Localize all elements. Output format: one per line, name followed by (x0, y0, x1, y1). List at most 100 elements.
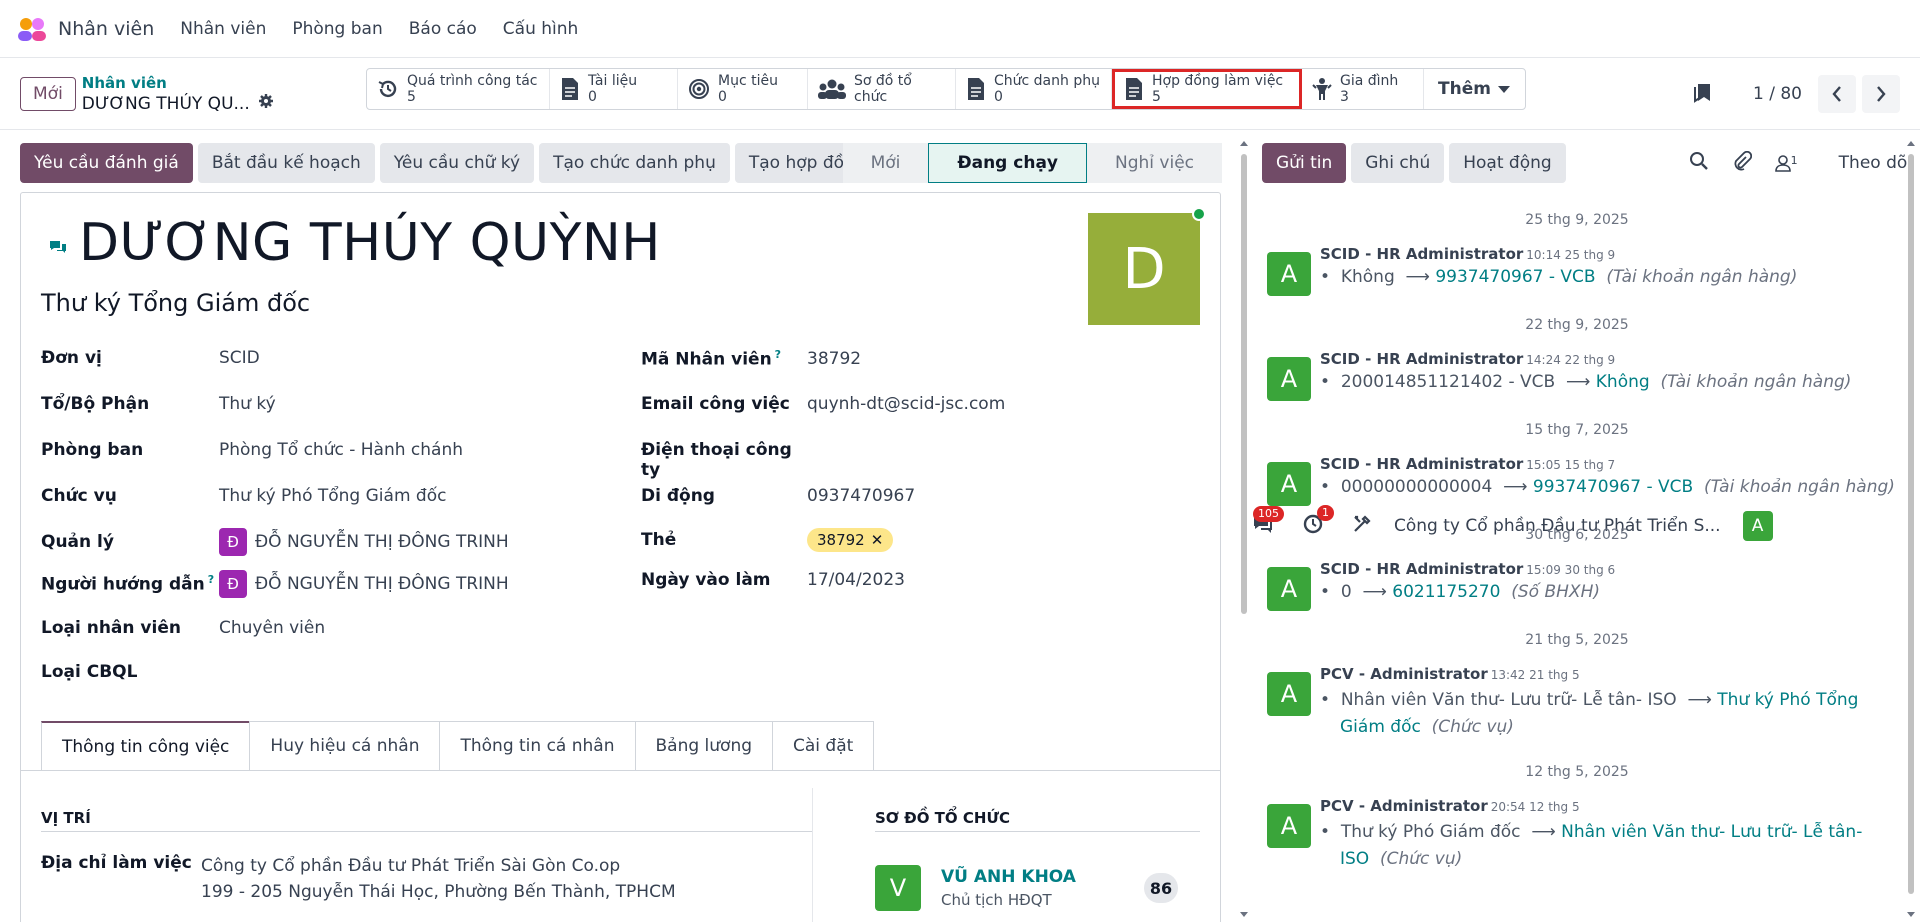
tag-remove-icon[interactable]: ✕ (871, 531, 884, 549)
field-value[interactable]: 38792 (807, 349, 861, 369)
log-note-button[interactable]: Ghi chú (1351, 143, 1445, 183)
org-chart-person[interactable]: V VŨ ANH KHOA Chủ tịch HĐQT 86 (875, 865, 1178, 911)
smart-button-label: Chức danh phụ (994, 73, 1100, 89)
menu-departments[interactable]: Phòng ban (292, 19, 382, 39)
arrow-right-icon: ⟶ (1362, 582, 1387, 602)
target-icon (689, 79, 709, 99)
smart-button-documents[interactable]: Tài liệu 0 (550, 69, 678, 109)
message-time: 15:09 30 thg 6 (1526, 563, 1616, 577)
app-logo-icon[interactable] (16, 16, 48, 42)
request-signature-button[interactable]: Yêu cầu chữ ký (379, 143, 535, 183)
tab-divider (21, 770, 1220, 771)
field-label: Loại nhân viên (41, 618, 181, 638)
field-value[interactable]: 0937470967 (807, 486, 915, 506)
pager-previous-button[interactable] (1818, 75, 1856, 113)
tag-badge[interactable]: 38792 ✕ (807, 528, 894, 552)
tracking-change: • 0 ⟶ 6021175270 (Số BHXH) (1320, 582, 1600, 602)
form-scrollbar[interactable] (1239, 140, 1249, 920)
section-title-org-chart: SƠ ĐỒ TỔ CHỨC (875, 809, 1010, 827)
chatter-topbar: Gửi tin Ghi chú Hoạt động 1 Theo dõi (1262, 143, 1912, 183)
send-message-button[interactable]: Gửi tin (1262, 143, 1347, 183)
date-separator: 21 thg 5, 2025 (1272, 632, 1882, 652)
author-avatar[interactable]: A (1267, 567, 1311, 611)
author-avatar[interactable]: A (1267, 804, 1311, 848)
employee-name[interactable]: DƯƠNG THÚY QUỲNH (79, 213, 661, 273)
bookmark-icon[interactable] (1693, 81, 1713, 108)
tab-settings[interactable]: Cài đặt (772, 721, 875, 771)
tab-private-info[interactable]: Thông tin cá nhân (439, 721, 636, 771)
field-name: (Chức vụ) (1380, 849, 1463, 869)
author-name[interactable]: PCV - Administrator (1320, 797, 1488, 815)
smart-button-family[interactable]: Gia đình 3 (1302, 69, 1424, 109)
create-secondary-title-button[interactable]: Tạo chức danh phụ (539, 143, 730, 183)
manager-avatar: Đ (219, 528, 247, 556)
pager-next-button[interactable] (1862, 75, 1900, 113)
field-value[interactable]: Công ty Cổ phần Đầu tư Phát Triển Sài Gò… (201, 853, 676, 905)
smart-button-secondary-titles[interactable]: Chức danh phụ 0 (956, 69, 1112, 109)
message-item: A SCID - HR Administrator 14:24 22 thg 9 … (1267, 349, 1902, 422)
author-avatar[interactable]: A (1267, 357, 1311, 401)
date-label: 22 thg 9, 2025 (1525, 317, 1629, 333)
document-icon (968, 78, 984, 100)
field-value[interactable]: Chuyên viên (219, 618, 325, 638)
author-name[interactable]: SCID - HR Administrator (1320, 245, 1523, 263)
pager: 1 / 80 (1693, 58, 1900, 130)
follow-button[interactable]: Theo dõi (1839, 153, 1912, 173)
status-running[interactable]: Đang chạy (928, 143, 1087, 183)
field-value[interactable]: Thư ký (219, 394, 276, 414)
status-resigned[interactable]: Nghỉ việc (1087, 143, 1222, 183)
pager-value[interactable]: 1 / 80 (1753, 84, 1802, 104)
org-person-name[interactable]: VŨ ANH KHOA (941, 867, 1076, 887)
date-separator: 12 thg 5, 2025 (1272, 764, 1882, 784)
employee-job-title[interactable]: Thư ký Tổng Giám đốc (41, 289, 310, 317)
request-appraisal-button[interactable]: Yêu cầu đánh giá (20, 143, 193, 183)
new-value: 9937470967 - VCB (1435, 267, 1596, 287)
activity-button[interactable]: Hoạt động (1449, 143, 1566, 183)
field-value[interactable]: 17/04/2023 (807, 570, 905, 590)
author-name[interactable]: PCV - Administrator (1320, 665, 1488, 683)
status-new[interactable]: Mới (842, 143, 929, 183)
field-value[interactable]: ĐỖ NGUYỄN THỊ ĐÔNG TRINH (255, 574, 509, 594)
more-button[interactable]: Thêm (1424, 69, 1525, 109)
start-plan-button[interactable]: Bắt đầu kế hoạch (197, 143, 375, 183)
tab-badges[interactable]: Huy hiệu cá nhân (249, 721, 441, 771)
new-button[interactable]: Mới (20, 76, 76, 111)
org-subordinates-count[interactable]: 86 (1144, 873, 1178, 903)
menu-configuration[interactable]: Cấu hình (503, 19, 579, 39)
author-avatar[interactable]: A (1267, 462, 1311, 506)
field-department: Phòng ban Phòng Tổ chức - Hành chánh (41, 440, 463, 460)
smart-button-work-history[interactable]: Quá trình công tác 5 (367, 69, 550, 109)
menu-reports[interactable]: Báo cáo (409, 19, 477, 39)
smart-button-label: Gia đình (1340, 73, 1399, 89)
search-icon[interactable] (1689, 151, 1709, 175)
smart-button-count: 5 (407, 89, 416, 105)
field-value[interactable]: quynh-dt@scid-jsc.com (807, 394, 1005, 414)
smart-button-contracts[interactable]: Hợp đồng làm việc 5 (1112, 69, 1302, 109)
smart-button-label: Quá trình công tác (407, 73, 538, 89)
tab-work-info[interactable]: Thông tin công việc (41, 721, 251, 771)
author-avatar[interactable]: A (1267, 672, 1311, 716)
menu-employees[interactable]: Nhân viên (180, 19, 266, 39)
author-name[interactable]: SCID - HR Administrator (1320, 560, 1523, 578)
author-avatar[interactable]: A (1267, 252, 1311, 296)
chatter-scrollbar[interactable] (1906, 140, 1916, 920)
tab-payroll[interactable]: Bảng lương (634, 721, 774, 771)
author-name[interactable]: SCID - HR Administrator (1320, 455, 1523, 473)
field-value[interactable]: Thư ký Phó Tổng Giám đốc (219, 486, 446, 506)
help-icon[interactable]: ? (208, 573, 214, 586)
smart-button-org-chart[interactable]: Sơ đồ tổ chức (808, 69, 956, 109)
app-name[interactable]: Nhân viên (58, 18, 154, 40)
employee-code-label: Mã Nhân viên (641, 349, 772, 370)
help-icon[interactable]: ? (775, 348, 781, 361)
field-value[interactable]: SCID (219, 348, 260, 368)
smart-button-goals[interactable]: Mục tiêu 0 (678, 69, 808, 109)
breadcrumb-parent[interactable]: Nhân viên (82, 73, 274, 93)
employee-photo[interactable]: D (1088, 207, 1206, 325)
gear-icon[interactable] (258, 93, 274, 114)
field-value[interactable]: Phòng Tổ chức - Hành chánh (219, 440, 463, 460)
author-name[interactable]: SCID - HR Administrator (1320, 350, 1523, 368)
attachment-icon[interactable] (1732, 150, 1752, 175)
field-value[interactable]: ĐỖ NGUYỄN THỊ ĐÔNG TRINH (255, 532, 509, 552)
followers-icon[interactable]: 1 (1774, 154, 1798, 172)
chat-icon[interactable] (49, 239, 67, 259)
